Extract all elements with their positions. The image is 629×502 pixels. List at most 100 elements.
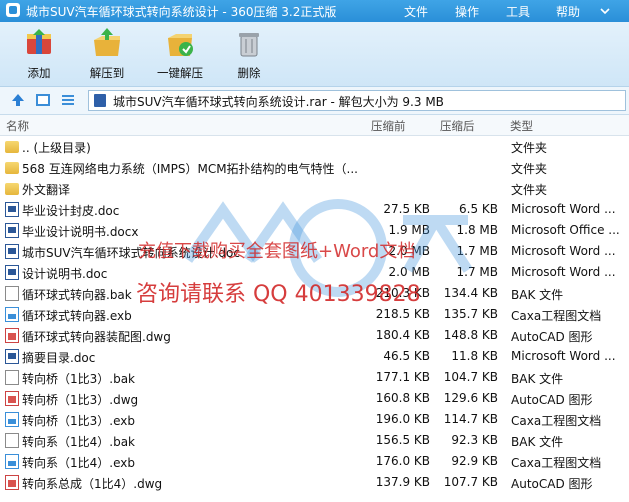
watermark-line-2: 咨询请联系 QQ 401339828 — [136, 282, 421, 307]
col-name[interactable]: 名称 — [6, 118, 29, 134]
folder-icon — [5, 141, 19, 153]
file-type: Microsoft Word ... — [511, 244, 616, 258]
file-row[interactable]: 转向桥（1比3）.dwg 160.8 KB 129.6 KB AutoCAD 图形 — [0, 388, 629, 409]
file-row[interactable]: 摘要目录.doc 46.5 KB 11.8 KB Microsoft Word ... — [0, 346, 629, 367]
file-size-before: 156.5 KB — [375, 433, 430, 447]
folder-icon — [5, 183, 19, 195]
watermark-line-1: 充值下载购买全套图纸+Word文档 — [138, 241, 416, 262]
file-size-before: 196.0 KB — [375, 412, 430, 426]
file-name: 转向系（1比4）.exb — [22, 456, 135, 470]
word-doc-icon — [5, 349, 19, 364]
file-type: Microsoft Office ... — [511, 223, 620, 237]
file-size-after: 92.9 KB — [451, 454, 498, 468]
dropdown-icon[interactable] — [598, 4, 612, 18]
autocad-dwg-icon — [5, 391, 19, 406]
col-type[interactable]: 类型 — [510, 118, 533, 134]
word-doc-icon — [5, 244, 19, 259]
add-archive-icon — [27, 29, 51, 54]
caxa-exb-icon — [5, 412, 19, 427]
file-name: 毕业设计说明书.docx — [22, 225, 139, 239]
autocad-dwg-icon — [5, 475, 19, 490]
file-name: 转向系（1比4）.bak — [22, 435, 136, 449]
menu-file[interactable]: 文件 — [404, 3, 428, 20]
file-name: 摘要目录.doc — [22, 351, 96, 365]
menu-tools[interactable]: 工具 — [506, 3, 530, 20]
caxa-exb-icon — [5, 307, 19, 322]
file-size-after: 11.8 KB — [451, 349, 498, 363]
file-type: AutoCAD 图形 — [511, 330, 593, 344]
word-doc-icon — [5, 265, 19, 280]
file-type: AutoCAD 图形 — [511, 393, 593, 407]
file-row[interactable]: 转向系（1比4）.bak 156.5 KB 92.3 KB BAK 文件 — [0, 430, 629, 451]
extract-to-icon — [94, 28, 120, 56]
file-size-after: 148.8 KB — [443, 328, 498, 342]
file-name: 循环球式转向器.exb — [22, 309, 132, 323]
col-after[interactable]: 压缩后 — [440, 118, 475, 134]
autocad-dwg-icon — [5, 328, 19, 343]
add-button[interactable]: 添加 — [9, 26, 69, 84]
address-bar: 城市SUV汽车循环球式转向系统设计.rar - 解包大小为 9.3 MB — [0, 87, 629, 115]
file-type: Microsoft Word ... — [511, 349, 616, 363]
toolbar: 添加 解压到 一键解压 删除 — [0, 22, 629, 87]
file-row[interactable]: 转向桥（1比3）.exb 196.0 KB 114.7 KB Caxa工程图文档 — [0, 409, 629, 430]
delete-button[interactable]: 删除 — [219, 26, 279, 84]
file-type: 文件夹 — [511, 162, 548, 176]
file-type: 文件夹 — [511, 183, 548, 197]
one-click-extract-icon — [168, 34, 193, 56]
window-title: 城市SUV汽车循环球式转向系统设计 - 360压缩 3.2正式版 — [26, 5, 337, 19]
app-logo-icon — [6, 3, 20, 17]
file-size-before: 160.8 KB — [375, 391, 430, 405]
file-type: Microsoft Word ... — [511, 265, 616, 279]
caxa-exb-icon — [5, 454, 19, 469]
file-row[interactable]: 转向系总成（1比4）.dwg 137.9 KB 107.7 KB AutoCAD 图形 — [0, 472, 629, 493]
file-size-after: 92.3 KB — [451, 433, 498, 447]
details-view-icon[interactable] — [35, 92, 51, 108]
file-type: BAK 文件 — [511, 288, 564, 302]
file-type: BAK 文件 — [511, 372, 564, 386]
file-size-after: 135.7 KB — [443, 307, 498, 321]
address-field[interactable]: 城市SUV汽车循环球式转向系统设计.rar - 解包大小为 9.3 MB — [88, 90, 626, 111]
menu-help[interactable]: 帮助 — [556, 3, 580, 20]
file-row[interactable]: 循环球式转向器装配图.dwg 180.4 KB 148.8 KB AutoCAD 图形 — [0, 325, 629, 346]
file-row[interactable]: 转向桥（1比3）.bak 177.1 KB 104.7 KB BAK 文件 — [0, 367, 629, 388]
file-size-before: 137.9 KB — [375, 475, 430, 489]
file-type: Caxa工程图文档 — [511, 414, 602, 428]
bak-file-icon — [5, 286, 19, 301]
file-row[interactable]: 568 互连网络电力系统（IMPS）MCM拓扑结构的电气特性（... 文件夹 — [0, 157, 629, 178]
file-name: 设计说明书.doc — [22, 267, 108, 281]
menu-operate[interactable]: 操作 — [455, 3, 479, 20]
col-before[interactable]: 压缩前 — [371, 118, 406, 134]
file-name: 循环球式转向器装配图.dwg — [22, 330, 171, 344]
list-view-icon[interactable] — [60, 92, 76, 108]
file-size-after: 107.7 KB — [443, 475, 498, 489]
archive-path: 城市SUV汽车循环球式转向系统设计.rar - 解包大小为 9.3 MB — [113, 95, 444, 109]
file-size-before: 218.5 KB — [375, 307, 430, 321]
file-size-before: 177.1 KB — [375, 370, 430, 384]
file-row[interactable]: 转向系（1比4）.exb 176.0 KB 92.9 KB Caxa工程图文档 — [0, 451, 629, 472]
file-type: BAK 文件 — [511, 435, 564, 449]
folder-icon — [5, 162, 19, 174]
file-size-before: 176.0 KB — [375, 454, 430, 468]
archive-file-icon — [94, 94, 106, 107]
up-arrow-icon[interactable] — [10, 92, 26, 108]
file-name: .. (上级目录) — [22, 141, 91, 155]
file-row[interactable]: .. (上级目录) 文件夹 — [0, 136, 629, 157]
file-name: 568 互连网络电力系统（IMPS）MCM拓扑结构的电气特性（... — [22, 162, 358, 176]
file-name: 转向桥（1比3）.dwg — [22, 393, 139, 407]
file-name: 转向桥（1比3）.bak — [22, 372, 136, 386]
file-name: 外文翻译 — [22, 183, 71, 197]
title-bar: 城市SUV汽车循环球式转向系统设计 - 360压缩 3.2正式版 文件 操作 工… — [0, 0, 629, 22]
file-type: Caxa工程图文档 — [511, 309, 602, 323]
file-name: 循环球式转向器.bak — [22, 288, 132, 302]
file-name: 转向系总成（1比4）.dwg — [22, 477, 163, 491]
bak-file-icon — [5, 370, 19, 385]
file-type: Caxa工程图文档 — [511, 456, 602, 470]
file-size-after: 114.7 KB — [443, 412, 498, 426]
one-click-extract-button[interactable]: 一键解压 — [150, 26, 210, 84]
extract-to-button[interactable]: 解压到 — [77, 26, 137, 84]
word-doc-icon — [5, 223, 19, 238]
bak-file-icon — [5, 433, 19, 448]
file-type: AutoCAD 图形 — [511, 477, 593, 491]
file-name: 毕业设计封皮.doc — [22, 204, 120, 218]
column-header: 名称 压缩前 压缩后 类型 — [0, 115, 629, 136]
